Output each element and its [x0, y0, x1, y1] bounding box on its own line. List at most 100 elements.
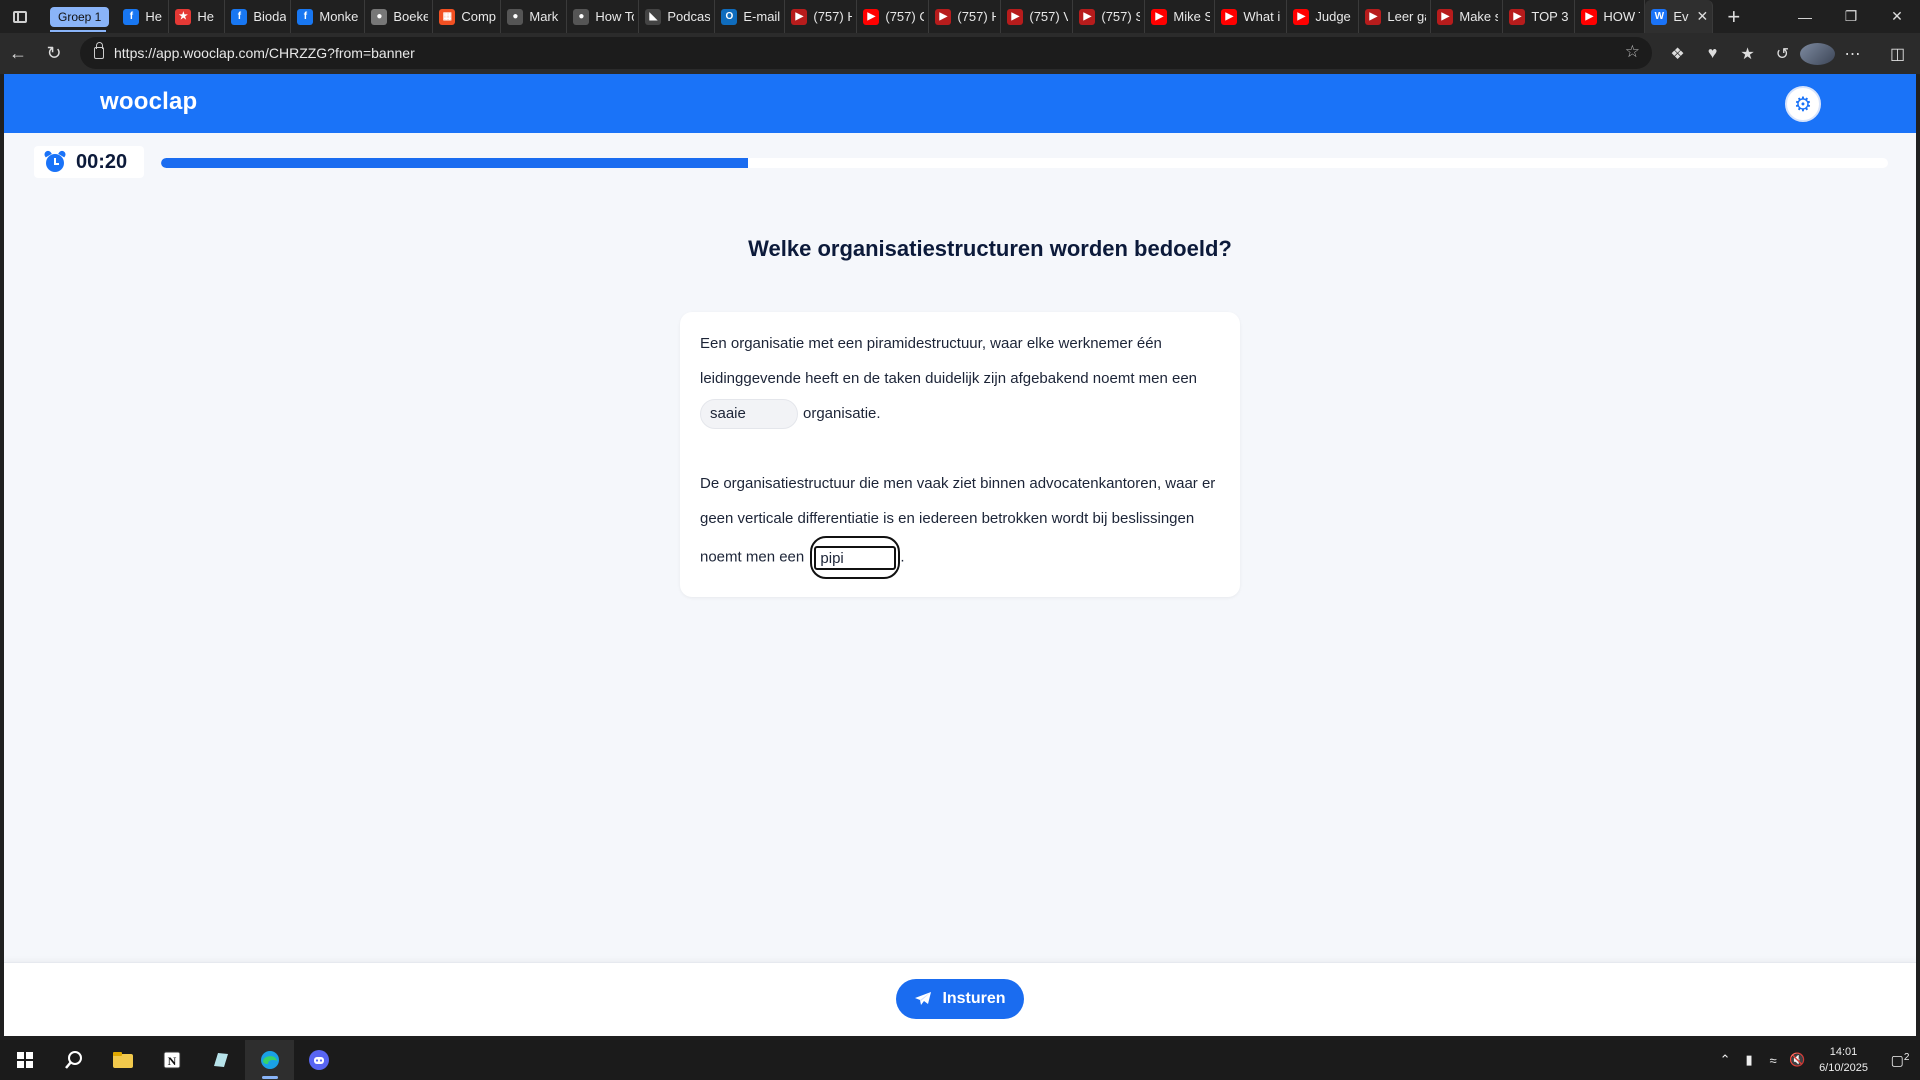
- browser-tab-title: How To: [595, 9, 635, 24]
- notion-button[interactable]: N: [147, 1040, 196, 1080]
- volume-muted-icon[interactable]: 🔇: [1785, 1052, 1809, 1068]
- browser-tab[interactable]: ★ He: [169, 0, 226, 33]
- page-content: wooclap ⚙ 00:20 Welke organisatiestructu…: [4, 74, 1916, 1036]
- browser-tab[interactable]: ● Boeker: [365, 0, 434, 33]
- paragraph-1-text: Een organisatie met een piramidestructuu…: [700, 335, 1198, 387]
- timer: 00:20: [34, 146, 144, 178]
- battery-icon[interactable]: ▮: [1737, 1052, 1761, 1068]
- lock-icon: [94, 42, 104, 59]
- browser-tab[interactable]: W Ev ✕: [1645, 0, 1714, 33]
- chevron-up-icon[interactable]: ⌃: [1713, 1052, 1737, 1068]
- paragraph-1-suffix: organisatie.: [803, 405, 881, 422]
- clock[interactable]: 14:01 6/10/2025: [1819, 1044, 1868, 1076]
- globe-icon: ●: [573, 8, 590, 25]
- history-icon[interactable]: ↺: [1765, 44, 1800, 64]
- app-header: wooclap ⚙: [4, 74, 1916, 133]
- facebook-icon: f: [297, 8, 314, 25]
- microsoft-icon: ▦: [439, 8, 456, 25]
- search-button[interactable]: [49, 1040, 98, 1080]
- profile-button[interactable]: [1800, 42, 1835, 65]
- tab-list: fHe★HefBiodanfMonke●Boeker▦Compi●Mark P●…: [117, 0, 1714, 33]
- browser-tab-title: TOP 3: [1531, 9, 1569, 24]
- wifi-icon[interactable]: ≈: [1761, 1053, 1785, 1068]
- star-icon: ★: [175, 8, 192, 25]
- blank-input-2[interactable]: [814, 546, 897, 571]
- extensions-icon[interactable]: ❖: [1660, 44, 1695, 64]
- podcast-icon: ◣: [645, 8, 662, 25]
- file-explorer-button[interactable]: [98, 1040, 147, 1080]
- wooclap-logo[interactable]: wooclap: [100, 88, 197, 116]
- performance-icon[interactable]: ♥: [1695, 45, 1730, 63]
- browser-tab-title: (757) V: [1029, 9, 1069, 24]
- browser-tab-title: Mike S: [1173, 9, 1211, 24]
- close-tab-icon[interactable]: ✕: [1697, 8, 1709, 25]
- browser-tab[interactable]: ▶ (757) H: [929, 0, 1002, 33]
- browser-tab[interactable]: ▶ Make s: [1431, 0, 1504, 33]
- new-tab-button[interactable]: +: [1727, 5, 1740, 28]
- arrow-left-icon: ←: [9, 43, 27, 63]
- start-button[interactable]: [0, 1040, 49, 1080]
- tab-group-chip[interactable]: Groep 1: [50, 6, 110, 27]
- globe-icon: ●: [371, 8, 388, 25]
- browser-tab-strip: Groep 1 fHe★HefBiodanfMonke●Boeker▦Compi…: [0, 0, 1920, 33]
- notification-icon: ▢: [1890, 1051, 1904, 1068]
- window-controls: — ❐ ✕: [1782, 0, 1920, 33]
- fill-in-blanks-card: Een organisatie met een piramidestructuu…: [680, 312, 1240, 597]
- browser-tab-title: E-mail: [743, 9, 781, 24]
- submit-button[interactable]: Insturen: [896, 979, 1024, 1019]
- favorites-icon[interactable]: ★: [1730, 44, 1765, 64]
- minimize-button[interactable]: —: [1782, 0, 1828, 33]
- close-window-button[interactable]: ✕: [1874, 0, 1920, 33]
- app-button[interactable]: [196, 1040, 245, 1080]
- favorite-star-icon[interactable]: ☆: [1625, 42, 1640, 62]
- question-title: Welke organisatiestructuren worden bedoe…: [748, 236, 1232, 261]
- blank-input-1[interactable]: [700, 399, 798, 430]
- youtube-icon: ▶: [1151, 8, 1168, 25]
- youtube-icon: ▶: [1079, 8, 1096, 25]
- notification-count: 2: [1903, 1051, 1910, 1063]
- browser-tab[interactable]: O E-mail: [715, 0, 786, 33]
- browser-tab[interactable]: ▶ TOP 3: [1503, 0, 1576, 33]
- toolbar-icons: ❖ ♥ ★ ↺ ⋯ ◫: [1660, 33, 1915, 74]
- browser-tab[interactable]: f He: [117, 0, 170, 33]
- browser-tab-title: (757) C: [885, 9, 924, 24]
- reload-button[interactable]: ↻: [36, 36, 72, 72]
- youtube-icon: ▶: [1581, 8, 1598, 25]
- browser-tab[interactable]: ▶ (757) H: [785, 0, 858, 33]
- paper-plane-icon: [915, 992, 932, 1005]
- browser-tab[interactable]: ◣ Podcas: [639, 0, 716, 33]
- browser-tab-title: Leer ga: [1387, 9, 1426, 24]
- browser-tab-title: Monke: [319, 9, 359, 24]
- notification-button[interactable]: ▢ 2: [1880, 1052, 1920, 1069]
- browser-tab[interactable]: ▶ What i: [1215, 0, 1288, 33]
- address-bar[interactable]: https://app.wooclap.com/CHRZZG?from=bann…: [80, 37, 1652, 69]
- sidebar-toggle-icon[interactable]: ◫: [1880, 44, 1915, 64]
- facebook-icon: f: [231, 8, 248, 25]
- browser-tab[interactable]: ▶ Leer ga: [1359, 0, 1432, 33]
- browser-tab[interactable]: ● How To: [567, 0, 640, 33]
- browser-tab[interactable]: ▶ (757) V: [1001, 0, 1074, 33]
- browser-tab[interactable]: ▦ Compi: [433, 0, 502, 33]
- restore-button[interactable]: ❐: [1828, 0, 1874, 33]
- more-options-icon[interactable]: ⋯: [1835, 44, 1870, 64]
- url-text[interactable]: https://app.wooclap.com/CHRZZG?from=bann…: [114, 45, 415, 61]
- tab-actions-button[interactable]: [0, 0, 40, 33]
- browser-tab[interactable]: ▶ (757) S: [1073, 0, 1146, 33]
- settings-button[interactable]: ⚙: [1785, 86, 1821, 122]
- youtube-icon: ▶: [1293, 8, 1310, 25]
- browser-tab[interactable]: f Monke: [291, 0, 366, 33]
- taskbar-apps: N: [0, 1040, 343, 1080]
- youtube-icon: ▶: [1007, 8, 1024, 25]
- browser-tab[interactable]: ▶ (757) C: [857, 0, 930, 33]
- browser-tab[interactable]: ▶ Mike S: [1145, 0, 1216, 33]
- browser-tab[interactable]: ▶ HOW T: [1575, 0, 1646, 33]
- browser-tab[interactable]: f Biodan: [225, 0, 292, 33]
- back-button[interactable]: ←: [0, 36, 36, 72]
- browser-tab[interactable]: ▶ Judge: [1287, 0, 1360, 33]
- outlook-icon: O: [721, 8, 738, 25]
- tab-actions-icon: [13, 10, 27, 23]
- timer-row: 00:20: [4, 144, 1916, 180]
- edge-button[interactable]: [245, 1040, 294, 1080]
- discord-button[interactable]: [294, 1040, 343, 1080]
- browser-tab[interactable]: ● Mark P: [501, 0, 568, 33]
